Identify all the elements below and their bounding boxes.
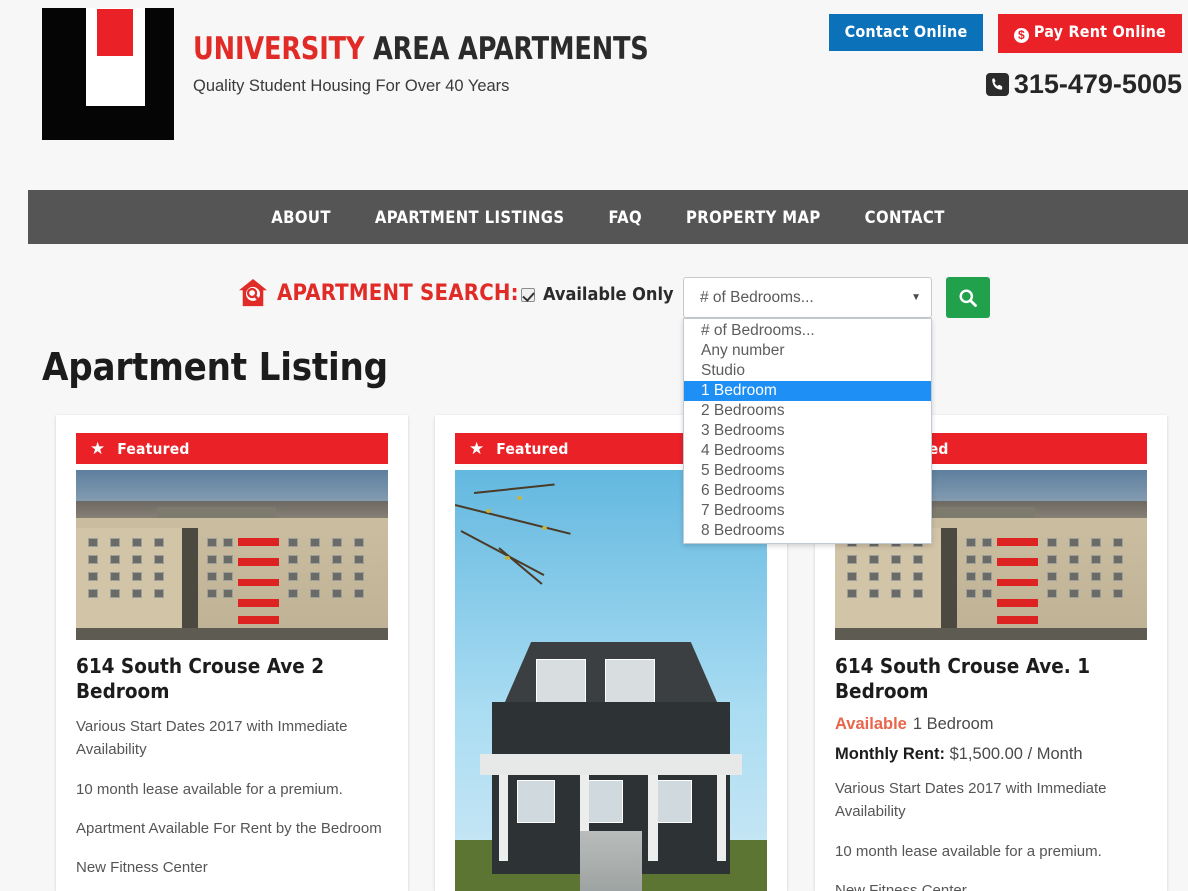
featured-badge-label: Featured	[496, 439, 569, 458]
header-actions: Contact Online $ Pay Rent Online 315-479-…	[828, 14, 1182, 100]
available-only-label: Available Only	[543, 284, 674, 305]
listing-feature: 10 month lease available for a premium.	[835, 842, 1102, 860]
dropdown-option[interactable]: 5 Bedrooms	[684, 461, 931, 481]
pay-rent-label: Pay Rent Online	[1033, 22, 1166, 41]
featured-badge: ★ Featured	[76, 433, 388, 464]
university-area-apartments-logo[interactable]	[42, 8, 174, 140]
listing-feature: Various Start Dates 2017 with Immediate …	[76, 718, 348, 759]
listing-title[interactable]: 614 South Crouse Ave. 1 Bedroom	[835, 654, 1147, 703]
nav-item-about[interactable]: ABOUT	[271, 208, 331, 227]
listing-feature: New Fitness Center	[76, 859, 208, 877]
site-tagline: Quality Student Housing For Over 40 Year…	[193, 77, 510, 96]
apartment-search-bar: APARTMENT SEARCH: Available Only # of Be…	[0, 272, 1188, 328]
bedrooms-dropdown-options[interactable]: # of Bedrooms... Any number Studio 1 Bed…	[683, 318, 932, 544]
dropdown-option[interactable]: Studio	[684, 361, 931, 381]
monthly-rent-line: Monthly Rent: $1,500.00 / Month	[835, 745, 1147, 764]
listing-title[interactable]: 614 South Crouse Ave 2 Bedroom	[76, 654, 388, 703]
listing-feature: Various Start Dates 2017 with Immediate …	[835, 780, 1107, 821]
apartment-search-label: APARTMENT SEARCH:	[277, 280, 519, 306]
dropdown-option[interactable]: 8 Bedrooms	[684, 521, 931, 541]
search-submit-button[interactable]	[946, 277, 990, 318]
monthly-rent-label: Monthly Rent:	[835, 745, 945, 764]
site-title: UNIVERSITY AREA APARTMENTS	[193, 32, 649, 66]
site-title-area-apartments: AREA APARTMENTS	[364, 31, 649, 67]
bedrooms-select[interactable]: # of Bedrooms... ▼	[683, 277, 932, 318]
listing-feature: Apartment Available For Rent by the Bedr…	[76, 819, 382, 837]
house-search-icon	[239, 279, 267, 307]
bedroom-count: 1 Bedroom	[912, 715, 994, 734]
nav-item-faq[interactable]: FAQ	[608, 208, 642, 227]
featured-badge-label: Featured	[117, 439, 190, 458]
bedrooms-select-value: # of Bedrooms...	[700, 288, 814, 306]
nav-item-contact[interactable]: CONTACT	[865, 208, 945, 227]
dropdown-option[interactable]: 4 Bedrooms	[684, 441, 931, 461]
available-only-group[interactable]: Available Only	[521, 284, 674, 305]
star-icon: ★	[469, 439, 485, 458]
site-title-university: UNIVERSITY	[193, 31, 365, 67]
contact-online-button[interactable]: Contact Online	[828, 14, 984, 51]
apartment-building-photo[interactable]	[76, 470, 388, 640]
dropdown-option[interactable]: 6 Bedrooms	[684, 481, 931, 501]
dropdown-option[interactable]: 7 Bedrooms	[684, 501, 931, 521]
dropdown-option[interactable]: 3 Bedrooms	[684, 421, 931, 441]
phone-icon	[985, 73, 1009, 96]
dropdown-option[interactable]: 2 Bedrooms	[684, 401, 931, 421]
main-navigation: ABOUT APARTMENT LISTINGS FAQ PROPERTY MA…	[28, 190, 1188, 244]
listing-card-body: 614 South Crouse Ave. 1 Bedroom Availabl…	[815, 640, 1167, 891]
listing-card-body: 614 South Crouse Ave 2 Bedroom Various S…	[56, 640, 408, 891]
chevron-down-icon: ▼	[911, 292, 921, 303]
nav-item-apartment-listings[interactable]: APARTMENT LISTINGS	[375, 208, 565, 227]
monthly-rent-value: $1,500.00 / Month	[949, 745, 1083, 764]
page-title: Apartment Listing	[42, 345, 388, 389]
pay-rent-online-button[interactable]: $ Pay Rent Online	[997, 14, 1182, 53]
available-only-checkbox[interactable]	[521, 287, 535, 302]
nav-item-property-map[interactable]: PROPERTY MAP	[686, 208, 821, 227]
listing-feature: New Fitness Center	[835, 881, 967, 891]
listing-card[interactable]: ★ Featured	[56, 415, 408, 891]
dropdown-option[interactable]: # of Bedrooms...	[684, 321, 931, 341]
logo-red-square	[97, 9, 134, 56]
listing-feature: 10 month lease available for a premium.	[76, 780, 343, 798]
status-badge: Available	[835, 715, 907, 734]
phone-number-text: 315-479-5005	[1013, 69, 1182, 99]
brand-block: UNIVERSITY AREA APARTMENTS Quality Stude…	[193, 32, 688, 96]
dollar-sign-icon: $	[1013, 28, 1029, 43]
magnifier-icon	[959, 289, 977, 307]
star-icon: ★	[90, 439, 106, 458]
dropdown-option-selected[interactable]: 1 Bedroom	[684, 381, 931, 401]
search-label-group: APARTMENT SEARCH:	[238, 279, 519, 307]
page-root: UNIVERSITY AREA APARTMENTS Quality Stude…	[0, 0, 1188, 891]
availability-line: Available 1 Bedroom	[835, 715, 1147, 734]
dropdown-option[interactable]: Any number	[684, 341, 931, 361]
phone-number-line[interactable]: 315-479-5005	[829, 69, 1182, 100]
site-header: UNIVERSITY AREA APARTMENTS Quality Stude…	[0, 0, 1188, 162]
photo-art	[76, 470, 388, 640]
